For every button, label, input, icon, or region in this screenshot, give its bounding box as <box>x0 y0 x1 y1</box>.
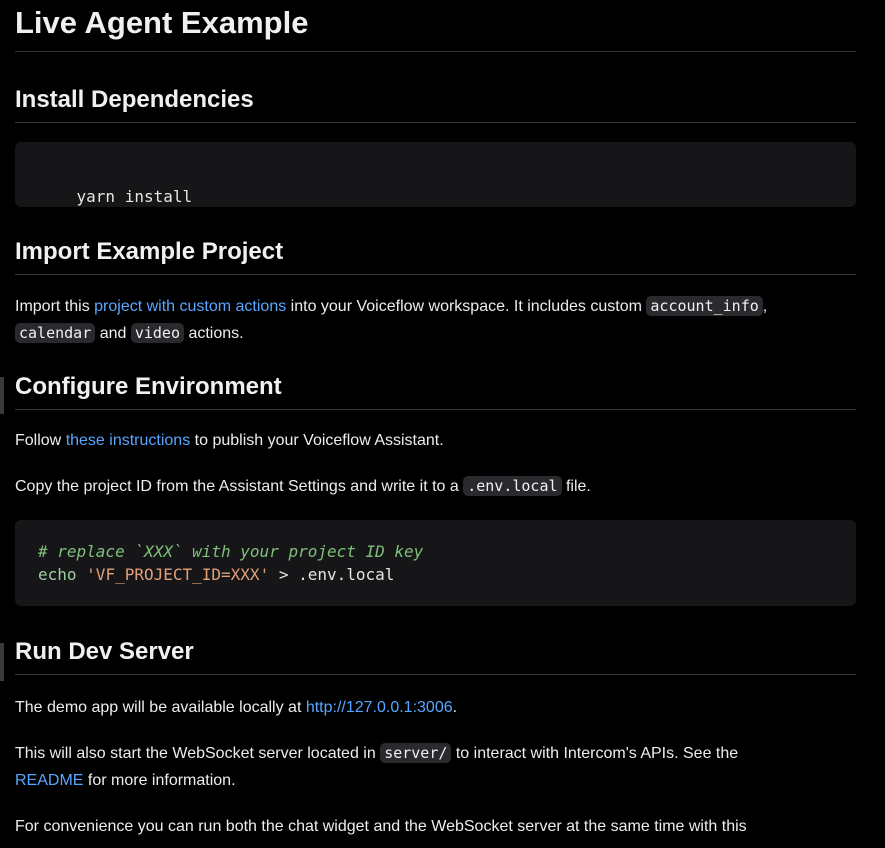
code-env-local: .env.local <box>463 476 562 496</box>
code-server: server/ <box>380 743 452 763</box>
code-echo: echo <box>38 565 77 584</box>
paragraph-copy-project-id: Copy the project ID from the Assistant S… <box>15 476 591 496</box>
code-account-info: account_info <box>646 296 763 316</box>
link-project-with-custom-actions[interactable]: project with custom actions <box>94 298 286 315</box>
code-redirect: > .env.local <box>269 565 395 584</box>
code-yarn-install: yarn install <box>76 187 193 206</box>
link-localhost[interactable]: http://127.0.0.1:3006 <box>306 699 453 716</box>
code-calendar: calendar <box>15 323 96 343</box>
section-marker-run <box>0 643 4 681</box>
paragraph-follow-instructions: Follow these instructions to publish you… <box>15 432 444 449</box>
readme-content: Live Agent Example Install Dependencies … <box>15 0 856 840</box>
heading-import-example-project: Import Example Project <box>15 237 856 275</box>
heading-configure-environment: Configure Environment <box>15 372 856 410</box>
paragraph-import: Import this project with custom actions … <box>15 296 768 343</box>
code-comment: # replace `XXX` with your project ID key <box>38 542 424 561</box>
code-string: 'VF_PROJECT_ID=XXX' <box>86 565 270 584</box>
section-marker-configure <box>0 377 4 414</box>
paragraph-convenience: For convenience you can run both the cha… <box>15 818 747 835</box>
paragraph-websocket: This will also start the WebSocket serve… <box>15 743 739 789</box>
page-title: Live Agent Example <box>15 0 856 52</box>
paragraph-demo-app: The demo app will be available locally a… <box>15 699 458 716</box>
code-video: video <box>130 323 184 343</box>
link-readme[interactable]: README <box>15 772 83 789</box>
link-these-instructions[interactable]: these instructions <box>66 432 191 449</box>
code-block-env[interactable]: # replace `XXX` with your project ID key… <box>15 520 856 606</box>
heading-install-dependencies: Install Dependencies <box>15 85 856 123</box>
heading-run-dev-server: Run Dev Server <box>15 637 856 675</box>
code-block-install[interactable]: yarn install <box>15 142 856 207</box>
